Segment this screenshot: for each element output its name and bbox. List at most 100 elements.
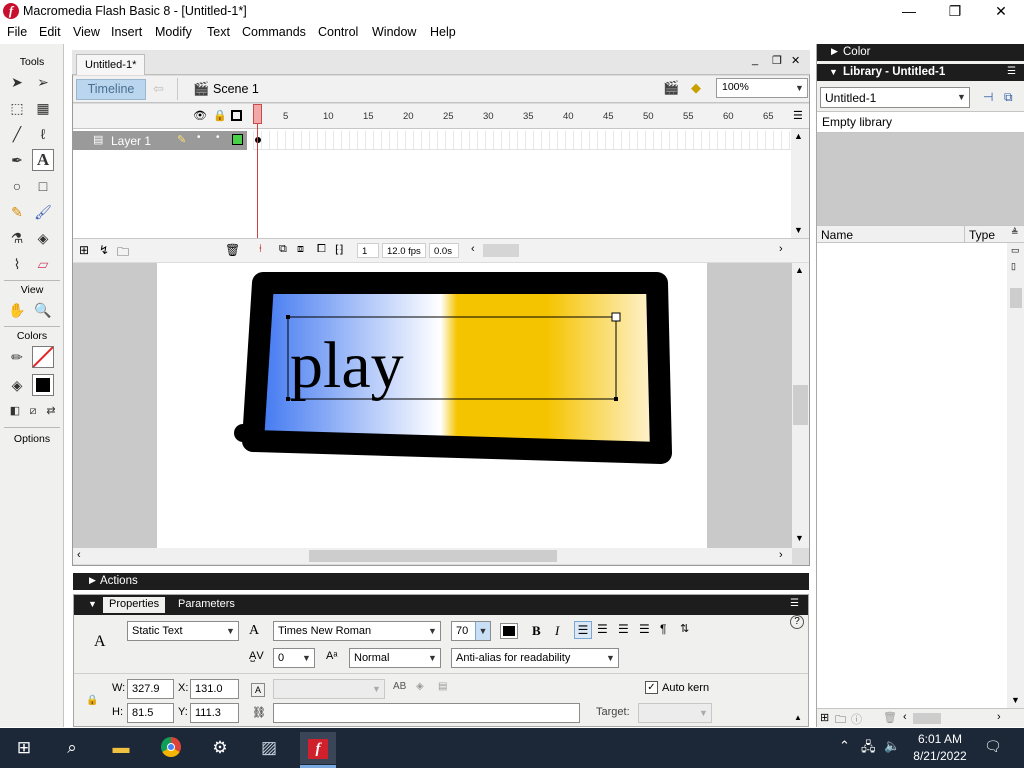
text-type-select[interactable]: Static Text ▼ xyxy=(127,621,239,641)
eye-icon[interactable]: 👁 xyxy=(193,109,207,122)
lock-icon[interactable]: 🔒 xyxy=(213,109,227,122)
doc-close-button[interactable]: ✕ xyxy=(791,54,800,67)
stage-vscrollbar[interactable]: ▲ ▼ xyxy=(792,263,809,548)
color-panel-bar[interactable]: ▶ Color xyxy=(817,44,1024,61)
tab-parameters[interactable]: Parameters xyxy=(172,597,241,613)
insert-folder-icon[interactable]: 🗀 xyxy=(117,243,129,264)
lock-icon[interactable]: 🔒 xyxy=(86,695,98,706)
frame-rate[interactable]: 12.0 fps xyxy=(382,243,426,258)
library-panel-bar[interactable]: ▼ Library - Untitled-1 ☰ xyxy=(817,64,1024,81)
selectable-icon[interactable]: A xyxy=(251,683,265,697)
layer-outline-color[interactable] xyxy=(232,134,243,145)
timeline-toggle-button[interactable]: Timeline xyxy=(76,79,146,100)
scroll-right-icon[interactable]: › xyxy=(779,243,783,255)
search-icon[interactable]: ⌕ xyxy=(59,736,85,760)
scroll-left-icon[interactable]: ‹ xyxy=(471,243,475,255)
resize-icon[interactable]: ▲ xyxy=(794,713,802,722)
settings-gear-icon[interactable]: ⚙ xyxy=(207,736,233,760)
y-field[interactable]: 111.3 xyxy=(190,703,239,723)
panel-menu-icon[interactable]: ☰ xyxy=(1007,66,1016,77)
swap-colors-icon[interactable]: ⇄ xyxy=(40,400,62,422)
doc-minimize-button[interactable]: _ xyxy=(752,54,758,66)
scene-label[interactable]: Scene 1 xyxy=(213,82,259,96)
file-explorer-icon[interactable]: ▬ xyxy=(108,736,134,760)
actions-panel-bar[interactable]: ▶ Actions xyxy=(73,573,809,590)
font-select[interactable]: Times New Roman ▼ xyxy=(273,621,441,641)
collapse-arrow-icon[interactable]: ▼ xyxy=(88,599,97,609)
document-tab[interactable]: Untitled-1* xyxy=(76,54,146,75)
properties-icon[interactable]: ⓘ xyxy=(851,711,862,727)
ink-bottle-tool-icon[interactable]: ⚗ xyxy=(6,227,28,249)
timeline-scrollbar[interactable]: ▲ ▼ xyxy=(791,129,809,238)
menu-insert[interactable]: Insert xyxy=(111,25,142,39)
playhead[interactable] xyxy=(253,104,262,124)
paint-bucket-tool-icon[interactable]: ◈ xyxy=(32,227,54,249)
zoom-select[interactable]: 100% ▼ xyxy=(716,78,808,98)
align-center-icon[interactable]: ☰ xyxy=(597,622,608,636)
oval-tool-icon[interactable]: ○ xyxy=(6,175,28,197)
stroke-color-swatch[interactable] xyxy=(32,346,54,368)
align-right-icon[interactable]: ☰ xyxy=(618,622,629,636)
italic-button[interactable]: I xyxy=(555,623,559,639)
stroke-color-icon[interactable]: ✏ xyxy=(6,346,28,368)
library-select[interactable]: Untitled-1 ▼ xyxy=(820,87,970,108)
character-position-select[interactable]: Normal ▼ xyxy=(349,648,441,668)
text-tool-icon[interactable]: A xyxy=(32,149,54,171)
minimize-button[interactable]: — xyxy=(886,0,932,23)
doc-restore-button[interactable]: ❐ xyxy=(772,54,782,67)
library-scroll-thumb[interactable] xyxy=(1010,288,1022,308)
insert-layer-icon[interactable]: ⊞ xyxy=(79,243,89,257)
pen-tool-icon[interactable]: ✒ xyxy=(6,149,28,171)
new-symbol-icon[interactable]: ⊞ xyxy=(820,711,829,724)
brush-tool-icon[interactable]: 🖌 xyxy=(32,201,54,223)
sort-icon[interactable]: ≜ xyxy=(1011,227,1019,238)
column-name[interactable]: Name xyxy=(821,228,853,242)
menu-modify[interactable]: Modify xyxy=(155,25,192,39)
lock-dot-icon[interactable]: • xyxy=(216,132,220,143)
clock-date[interactable]: 8/21/2022 xyxy=(909,749,971,763)
library-hscroll-thumb[interactable] xyxy=(913,713,941,724)
scroll-up-icon[interactable]: ▲ xyxy=(794,131,803,141)
bold-button[interactable]: B xyxy=(532,623,541,639)
subselect-tool-icon[interactable]: ➢ xyxy=(32,71,54,93)
stage-vscroll-thumb[interactable] xyxy=(793,385,808,425)
scroll-down-icon[interactable]: ▼ xyxy=(1011,695,1020,705)
free-transform-tool-icon[interactable]: ⬚ xyxy=(6,97,28,119)
maximize-button[interactable]: ❐ xyxy=(932,0,978,23)
scroll-left-icon[interactable]: ‹ xyxy=(903,711,907,723)
help-icon[interactable]: ? xyxy=(790,615,804,629)
library-vscrollbar[interactable]: ▭ ▯ ▼ xyxy=(1008,243,1024,708)
fill-color-swatch[interactable] xyxy=(32,374,54,396)
arrow-tool-icon[interactable]: ➤ xyxy=(6,71,28,93)
letter-spacing-field[interactable]: 0 ▼ xyxy=(273,648,315,668)
library-list[interactable] xyxy=(817,243,1007,708)
tab-properties[interactable]: Properties xyxy=(103,597,166,613)
keyframe-dot[interactable] xyxy=(255,137,261,143)
eraser-tool-icon[interactable]: ▱ xyxy=(32,253,54,275)
menu-help[interactable]: Help xyxy=(430,25,456,39)
auto-kern-checkbox[interactable]: ✓ xyxy=(645,681,658,694)
layer-name[interactable]: Layer 1 xyxy=(111,134,151,148)
chrome-icon[interactable] xyxy=(158,736,184,760)
render-html-icon[interactable]: AB xyxy=(393,681,406,692)
close-button[interactable]: ✕ xyxy=(978,0,1024,23)
line-tool-icon[interactable]: ╱ xyxy=(6,123,28,145)
menu-window[interactable]: Window xyxy=(372,25,416,39)
rectangle-tool-icon[interactable]: □ xyxy=(32,175,54,197)
menu-view[interactable]: View xyxy=(73,25,100,39)
edit-symbols-icon[interactable]: ◆ xyxy=(691,80,701,96)
text-color-swatch[interactable] xyxy=(500,623,518,639)
add-motion-guide-icon[interactable]: ↯ xyxy=(99,243,109,257)
menu-file[interactable]: File xyxy=(7,25,27,39)
stage-hscrollbar[interactable]: ‹ › xyxy=(73,548,792,564)
var-icon[interactable]: ▤ xyxy=(438,681,447,692)
new-library-panel-icon[interactable]: ⧉ xyxy=(1004,90,1013,105)
width-field[interactable]: 327.9 xyxy=(127,679,174,699)
center-frame-icon[interactable]: ⍿ xyxy=(259,243,262,256)
menu-commands[interactable]: Commands xyxy=(242,25,306,39)
edit-scene-icon[interactable]: 🎬 xyxy=(663,80,679,96)
panel-menu-icon[interactable]: ☰ xyxy=(790,598,799,609)
chevron-down-icon[interactable]: ▼ xyxy=(475,622,490,640)
frame-grid[interactable] xyxy=(253,131,791,150)
windows-start-icon[interactable]: ⊞ xyxy=(11,736,37,760)
